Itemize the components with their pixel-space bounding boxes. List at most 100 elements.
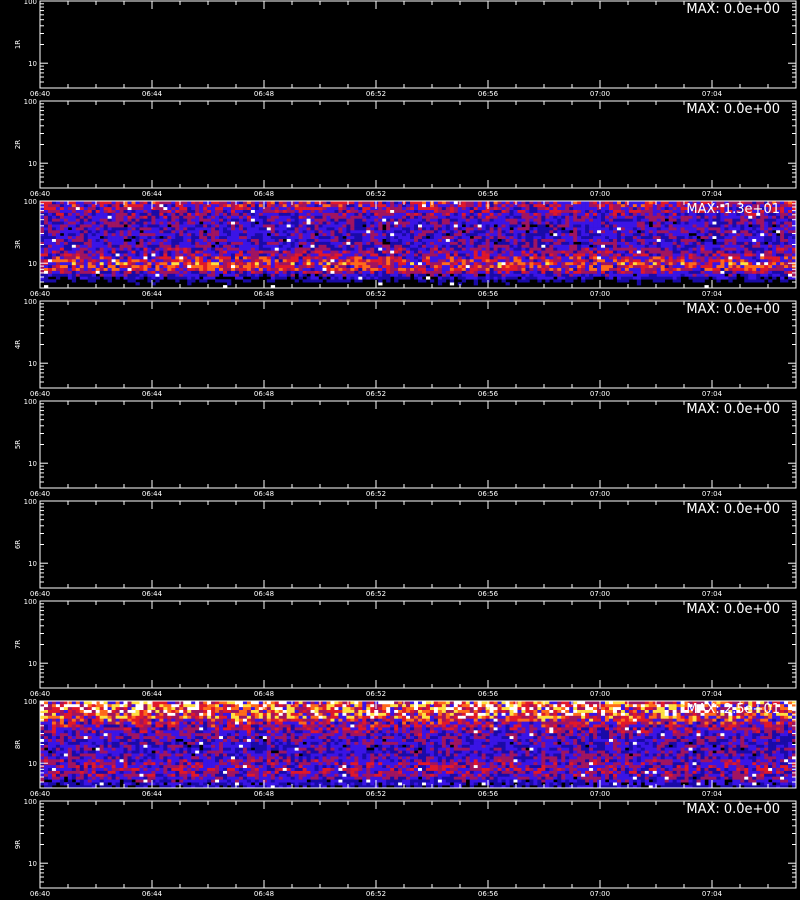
spectrogram-cell: [620, 253, 626, 257]
spectrogram-cell: [406, 276, 411, 280]
spectrogram-cell: [227, 232, 232, 237]
spectrogram-cell: [278, 244, 284, 248]
spectrogram-cell: [262, 270, 268, 274]
spectrogram-cell: [577, 224, 582, 228]
spectrogram-cell: [732, 241, 737, 245]
spectrogram-cell: [501, 264, 506, 268]
spectrogram-cell: [354, 256, 359, 260]
spectrogram-cell: [326, 227, 331, 231]
spectrogram-cell: [748, 244, 753, 248]
spectrogram-cell: [410, 215, 415, 219]
spectrogram-cell: [445, 247, 451, 251]
plot-frame: [39, 0, 797, 89]
spectrogram-cell: [429, 232, 435, 237]
spectrogram-cell: [624, 224, 630, 228]
spectrogram-cell: [780, 253, 785, 257]
spectrogram-cell: [465, 235, 471, 239]
spectrogram-cell: [628, 241, 634, 245]
spectrogram-cell: [644, 264, 650, 268]
spectrogram-cell: [589, 247, 594, 251]
spectrogram-cell: [418, 264, 423, 268]
spectrogram-cell: [608, 276, 614, 280]
spectrogram-cell: [262, 218, 268, 222]
spectrogram-cell: [736, 227, 741, 231]
spectrogram-cell: [238, 256, 244, 260]
spectrogram-cell: [322, 273, 327, 277]
spectrogram-cell: [111, 273, 116, 277]
spectrogram-cell: [692, 267, 697, 271]
spectrogram-cell: [632, 238, 638, 242]
spectrogram-cell: [716, 256, 721, 260]
spectrogram-cell: [593, 224, 598, 228]
spectrogram-cell: [752, 270, 757, 274]
spectrogram-cell: [437, 244, 443, 248]
spectrogram-cell: [672, 259, 677, 263]
spectrogram-cell: [620, 279, 626, 283]
spectrogram-cell: [656, 224, 662, 228]
spectrogram-cell: [501, 221, 506, 225]
spectrogram-cell: [350, 218, 355, 222]
spectrogram-cell: [656, 247, 662, 251]
spectrogram-cell: [99, 218, 104, 222]
spectrogram-cell: [616, 218, 622, 222]
spectrogram-cell: [529, 212, 534, 216]
spectrogram-cell: [374, 253, 379, 257]
spectrogram-cell: [724, 218, 729, 222]
spectrogram-cell: [374, 227, 379, 231]
spectrogram-cell: [290, 238, 295, 242]
spectrogram-cell: [788, 241, 793, 245]
spectrogram-cell: [87, 253, 93, 257]
spectrogram-cell: [107, 232, 112, 237]
spectrogram-cell: [414, 276, 419, 280]
spectrogram-cell: [612, 259, 618, 263]
spectrogram-cell: [414, 206, 419, 210]
spectrogram-cell: [660, 259, 665, 263]
spectrogram-cell: [485, 238, 490, 242]
spectrogram-cell: [107, 244, 112, 248]
spectrogram-cell: [688, 270, 693, 274]
spectrogram-cell: [63, 250, 69, 254]
spectrogram-cell: [51, 270, 57, 274]
spectrogram-cell: [382, 212, 387, 216]
spectrogram-cell: [445, 244, 451, 248]
spectrogram-cell: [143, 232, 148, 237]
spectrogram-cell: [302, 253, 307, 257]
spectrogram-cell: [211, 253, 216, 257]
spectrogram-cell: [660, 253, 665, 257]
spectrogram-cell: [664, 250, 669, 254]
spectrogram-cell: [668, 218, 673, 222]
spectrogram-cell: [406, 267, 411, 271]
spectrogram-cell: [75, 232, 81, 237]
spectrogram-cell: [533, 212, 538, 216]
spectrogram-cell: [537, 264, 542, 268]
spectrogram-cell: [608, 250, 614, 254]
spectrogram-cell: [513, 215, 518, 219]
spectrogram-cell: [644, 224, 650, 228]
spectrogram-cell: [668, 241, 673, 245]
spectrogram-cell: [211, 256, 216, 260]
spectrogram-cell: [107, 250, 112, 254]
spectrogram-cell: [223, 215, 228, 219]
spectrogram-cell: [302, 224, 307, 228]
spectrogram-cell: [346, 218, 351, 222]
spectrogram-cell: [382, 270, 387, 274]
spectrogram-cell: [175, 279, 180, 283]
spectrogram-cell: [330, 276, 335, 280]
spectrogram-cell: [382, 259, 387, 263]
spectrogram-cell: [59, 253, 65, 257]
spectrogram-cell: [191, 259, 196, 263]
spectrogram-cell: [537, 215, 542, 219]
spectrogram-cell: [143, 238, 148, 242]
spectrogram-cell: [521, 209, 526, 213]
spectrogram-cell: [334, 241, 339, 245]
spectrogram-cell: [728, 230, 733, 234]
spectrogram-cell: [43, 250, 49, 254]
spectrogram-cell: [207, 267, 212, 271]
spectrogram-cell: [290, 235, 295, 239]
spectrogram-cell: [207, 261, 212, 266]
spectrogram-cell: [692, 270, 697, 274]
spectrogram-cell: [473, 209, 478, 213]
spectrogram-cell: [91, 230, 97, 234]
spectrogram-cell: [175, 261, 180, 266]
spectrogram-cell: [358, 256, 363, 260]
